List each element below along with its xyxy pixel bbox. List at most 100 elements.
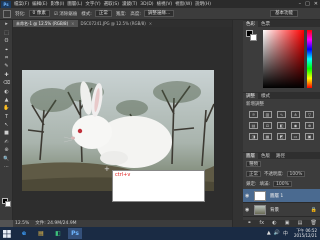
channel-mixer-icon[interactable]: ⊕: [305, 122, 314, 129]
collapsed-panel-strip[interactable]: [233, 20, 243, 227]
hue-saturation-icon[interactable]: ▤: [249, 122, 258, 129]
refine-edge-button[interactable]: 調整邊緣...: [143, 10, 175, 17]
layer-row[interactable]: ◉ 圖層 1: [243, 189, 320, 203]
menu-view[interactable]: 檢視(V): [157, 1, 173, 7]
invert-icon[interactable]: ◨: [249, 133, 258, 140]
fg-bg-color-selector[interactable]: [246, 30, 258, 42]
selective-color-icon[interactable]: ▣: [305, 133, 314, 140]
close-tab-icon[interactable]: ×: [71, 21, 74, 26]
type-tool-icon[interactable]: T: [2, 114, 11, 121]
show-hidden-icons-icon[interactable]: ▲: [267, 230, 271, 237]
new-layer-icon[interactable]: ▤: [298, 220, 303, 227]
menu-image[interactable]: 影像(I): [50, 1, 64, 7]
background-color-swatch[interactable]: [5, 201, 11, 207]
tab-color[interactable]: 色彩: [243, 20, 258, 27]
zoom-tool-icon[interactable]: 🔍: [2, 156, 11, 163]
color-picker-field[interactable]: [263, 30, 304, 88]
path-select-tool-icon[interactable]: ↖: [2, 122, 11, 129]
marquee-tool-preset-icon[interactable]: [3, 9, 11, 18]
posterize-icon[interactable]: ▦: [263, 133, 272, 140]
style-select[interactable]: 正常: [94, 10, 112, 17]
black-white-icon[interactable]: ◧: [277, 122, 286, 129]
canvas-area[interactable]: ctrl+v +: [13, 27, 232, 220]
color-balance-icon[interactable]: ⚖: [263, 122, 272, 129]
layer-name[interactable]: 圖層 1: [270, 193, 283, 199]
background-color-chip[interactable]: [250, 34, 257, 41]
more-tools-icon[interactable]: ⋯: [2, 164, 11, 171]
threshold-icon[interactable]: ◩: [277, 133, 286, 140]
pasted-text-box[interactable]: ctrl+v: [112, 170, 205, 202]
tab-channels[interactable]: 色版: [258, 153, 273, 159]
brush-tool-icon[interactable]: ✍: [2, 139, 11, 146]
visibility-eye-icon[interactable]: ◉: [245, 193, 251, 199]
blend-mode-select[interactable]: 正常: [246, 171, 261, 177]
gradient-tool-icon[interactable]: ◐: [2, 89, 11, 96]
clone-tool-icon[interactable]: ⊕: [2, 147, 11, 154]
levels-icon[interactable]: ▥: [263, 111, 272, 118]
adjustment-layer-icon[interactable]: ◐: [272, 220, 276, 227]
quick-select-tool-icon[interactable]: ⌖: [2, 47, 11, 54]
healing-tool-icon[interactable]: ✚: [2, 72, 11, 79]
layer-mask-icon[interactable]: ▣: [285, 220, 290, 227]
menu-select[interactable]: 選取(S): [104, 1, 119, 7]
feather-input[interactable]: 0 像素: [28, 10, 50, 17]
hue-slider[interactable]: [307, 30, 312, 88]
zoom-level[interactable]: 12.5%: [15, 220, 29, 227]
eyedropper-tool-icon[interactable]: ✎: [2, 63, 11, 70]
tab-swatches[interactable]: 色票: [258, 21, 273, 27]
menu-filter[interactable]: 濾鏡(T): [122, 1, 137, 7]
crop-tool-icon[interactable]: ⌗: [2, 55, 11, 62]
store-icon[interactable]: ◧: [51, 228, 65, 239]
menu-help[interactable]: 說明(H): [195, 1, 211, 7]
move-tool-icon[interactable]: ▸: [2, 21, 11, 28]
menu-3d[interactable]: 3D(D): [140, 2, 153, 7]
photo-filter-icon[interactable]: ◉: [291, 122, 300, 129]
eraser-tool-icon[interactable]: ⌫: [2, 80, 11, 87]
layer-row[interactable]: ◉ 背景 🔒: [243, 203, 320, 217]
visibility-eye-icon[interactable]: ◉: [245, 207, 251, 213]
fill-input[interactable]: 100%: [273, 181, 292, 187]
clock[interactable]: 下午 06:52 2015/12/21: [294, 228, 317, 238]
tab-layers[interactable]: 圖層: [243, 152, 258, 159]
menu-window[interactable]: 視窗(W): [175, 1, 192, 7]
antialias-checkbox[interactable]: ☑ 消除鋸齒: [54, 11, 77, 17]
link-layers-icon[interactable]: ⚭: [247, 220, 251, 227]
minimize-icon[interactable]: –: [299, 1, 302, 7]
color-panel: 色彩 色票: [243, 20, 320, 92]
maximize-icon[interactable]: □: [305, 1, 310, 7]
file-explorer-icon[interactable]: ▤: [34, 228, 48, 239]
input-method-icon[interactable]: 中: [283, 230, 288, 237]
internet-explorer-icon[interactable]: e: [17, 228, 31, 239]
workspace-select[interactable]: 基本功能: [270, 10, 298, 17]
close-tab-icon[interactable]: ×: [149, 21, 152, 26]
layer-style-icon[interactable]: fx: [259, 220, 264, 227]
tab-adjustments[interactable]: 調整: [243, 92, 258, 99]
trash-icon[interactable]: 🗑: [311, 220, 317, 227]
tab-styles[interactable]: 樣式: [258, 93, 273, 99]
volume-icon[interactable]: 🔊: [274, 230, 280, 237]
vibrance-icon[interactable]: ▽: [305, 111, 314, 118]
layer-name[interactable]: 背景: [270, 207, 279, 213]
shape-tool-icon[interactable]: ■: [2, 130, 11, 137]
curves-icon[interactable]: ∿: [277, 111, 286, 118]
menu-type[interactable]: 文字(Y): [85, 1, 100, 7]
photoshop-logo: Ps: [1, 0, 11, 8]
menu-layer[interactable]: 圖層(L): [67, 1, 82, 7]
lasso-tool-icon[interactable]: ʘ: [2, 38, 11, 45]
marquee-tool-icon[interactable]: ⬚: [2, 30, 11, 37]
tab-paths[interactable]: 路徑: [273, 153, 288, 159]
hand-tool-icon[interactable]: ✋: [2, 105, 11, 112]
menu-file[interactable]: 檔案(F): [14, 1, 29, 7]
brightness-icon[interactable]: ☼: [249, 111, 258, 118]
layer-kind-select[interactable]: 種類: [246, 161, 261, 167]
gradient-map-icon[interactable]: ▭: [291, 133, 300, 140]
exposure-icon[interactable]: ±: [291, 111, 300, 118]
start-button[interactable]: [0, 227, 14, 240]
menu-edit[interactable]: 編輯(E): [32, 1, 47, 7]
close-icon[interactable]: ✕: [314, 1, 318, 7]
opacity-input[interactable]: 100%: [286, 171, 306, 177]
dodge-tool-icon[interactable]: ▲: [2, 97, 11, 104]
tab-document-2[interactable]: DSC07241.JPG @ 12.5% (RGB/8) ×: [78, 20, 156, 27]
photoshop-taskbar-icon[interactable]: Ps: [68, 228, 82, 239]
tab-document-1[interactable]: 未命名-1 @ 12.5% (RGB/8) ×: [13, 20, 78, 27]
